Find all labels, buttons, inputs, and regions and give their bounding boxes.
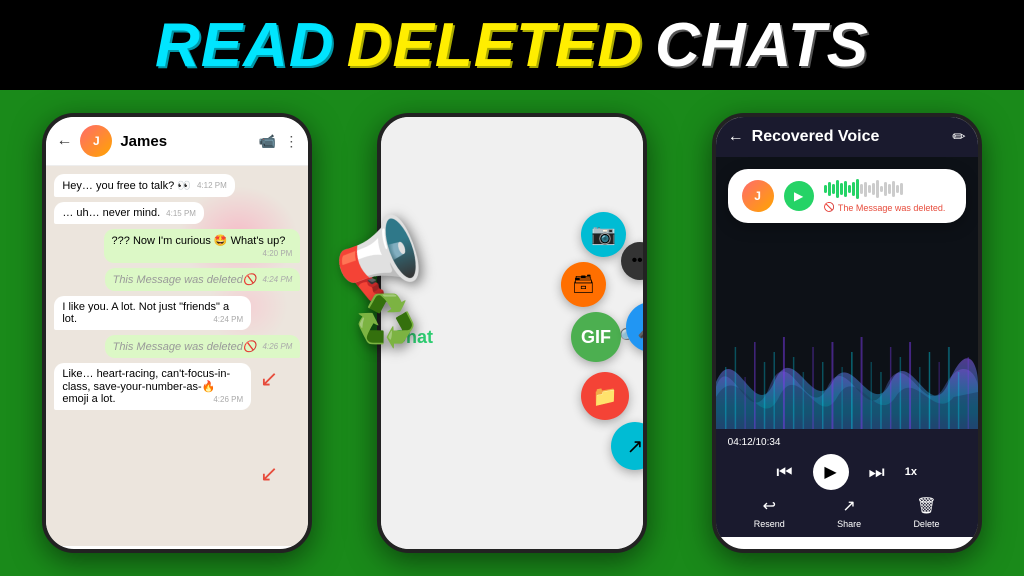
resend-label: Resend	[754, 519, 785, 529]
header-read-text: READ	[155, 10, 335, 81]
msg-4-deleted: This Message was deleted🚫4:24 PM	[105, 268, 301, 291]
phone1-topbar: ← J James 📹 ⋮	[46, 117, 308, 166]
delete-button[interactable]: 🗑 Delete	[913, 496, 939, 529]
msg-7: Like… heart-racing, can't-focus-in-class…	[54, 363, 251, 410]
play-pause-button[interactable]: ▶	[813, 454, 849, 490]
delete-icon: 🗑	[916, 496, 936, 516]
more-options-icon[interactable]: ⋮	[284, 133, 298, 150]
msg-2: … uh… never mind.4:15 PM	[54, 202, 204, 224]
video-call-icon[interactable]: 📹	[259, 133, 276, 150]
back-arrow-icon[interactable]: ←	[728, 128, 744, 146]
speed-badge[interactable]: 1x	[905, 466, 917, 478]
phone3-header: ← Recovered Voice ✏	[716, 117, 978, 157]
chat-header-title: Chat	[393, 327, 433, 348]
play-button[interactable]: ▶	[784, 181, 814, 211]
avatar: J	[80, 125, 112, 157]
voice-controls: 04:12/10:34 ⏮ ▶ ⏭ 1x ↩ Resend ↗ Share	[716, 429, 978, 537]
msg-3: ??? Now I'm curious 🤩 What's up?4:20 PM	[104, 229, 301, 263]
header-banner: READ DELETED CHATS	[0, 0, 1024, 90]
share-button[interactable]: ↗ Share	[837, 496, 861, 529]
arrow-indicator-1: ↙	[260, 366, 278, 392]
skip-forward-icon[interactable]: ⏭	[869, 462, 885, 483]
resend-button[interactable]: ↩ Resend	[754, 496, 785, 529]
edit-icon[interactable]: ✏	[952, 127, 965, 147]
wave-bars	[824, 179, 952, 199]
delete-label: Delete	[913, 519, 939, 529]
back-arrow-icon[interactable]: ←	[56, 132, 72, 150]
playback-buttons: ⏮ ▶ ⏭ 1x	[728, 454, 966, 490]
time-display: 04:12/10:34	[728, 437, 966, 448]
voice-screen-title: Recovered Voice	[752, 128, 945, 146]
arrow-indicator-2: ↙	[260, 461, 278, 487]
chat-messages: Hey… you free to talk? 👀4:12 PM … uh… ne…	[46, 166, 308, 546]
sender-avatar: J	[742, 180, 774, 212]
contact-name: James	[120, 133, 251, 150]
skip-back-icon[interactable]: ⏮	[776, 462, 792, 483]
deleted-label: 🚫 The Message was deleted.	[824, 202, 952, 213]
msg-5: I like you. A lot. Not just "friends" a …	[54, 296, 251, 330]
action-buttons: ↩ Resend ↗ Share 🗑 Delete	[728, 496, 966, 529]
msg-6-deleted: This Message was deleted🚫4:26 PM	[105, 335, 301, 358]
waveform-display: 🚫 The Message was deleted.	[824, 179, 952, 213]
voice-message-bubble: J ▶	[728, 169, 966, 223]
share-icon: ↗	[842, 496, 855, 516]
phone2-mockup: Chat 🔍 J James 🚫 The messages was delet.…	[377, 113, 647, 553]
search-icon[interactable]: 🔍	[619, 327, 639, 347]
share-label: Share	[837, 519, 861, 529]
header-chats-text: CHATS	[655, 10, 869, 81]
phone1-mockup: ← J James 📹 ⋮ Hey… you free to talk? 👀4:…	[42, 113, 312, 553]
phone2-header: Chat 🔍	[381, 117, 647, 553]
resend-icon: ↩	[763, 496, 776, 516]
msg-1: Hey… you free to talk? 👀4:12 PM	[54, 174, 234, 197]
voice-content: J ▶	[716, 157, 978, 537]
phone1-header-icons: 📹 ⋮	[259, 133, 298, 150]
main-content: ← J James 📹 ⋮ Hey… you free to talk? 👀4:…	[0, 90, 1024, 576]
phone3-mockup: ← Recovered Voice ✏ J ▶	[712, 113, 982, 553]
header-deleted-text: DELETED	[347, 10, 643, 81]
